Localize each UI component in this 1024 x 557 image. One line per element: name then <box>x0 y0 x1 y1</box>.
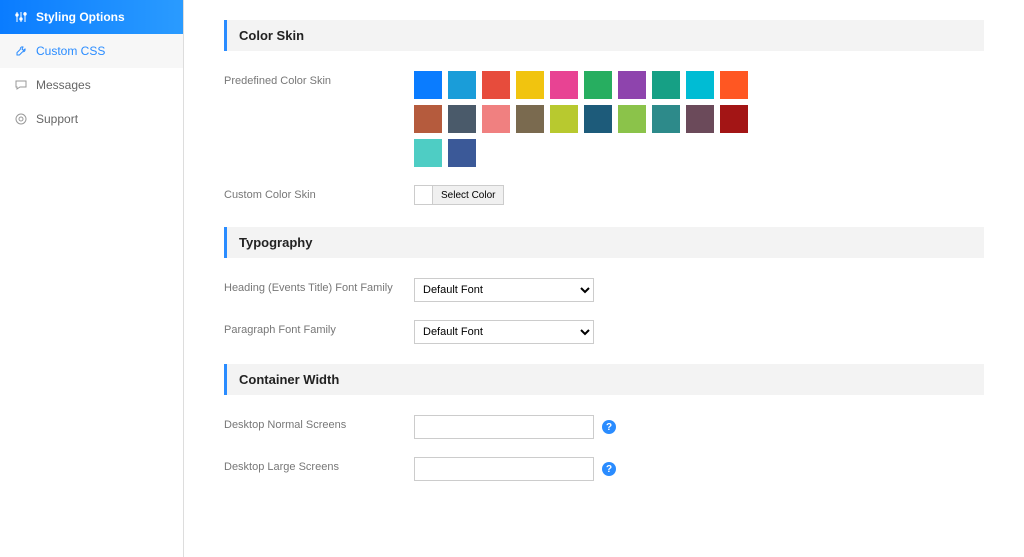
wrench-icon <box>14 44 28 58</box>
main-content: Color Skin Predefined Color Skin Custom … <box>184 0 1024 557</box>
color-swatch[interactable] <box>414 105 442 133</box>
sidebar-item-custom-css[interactable]: Custom CSS <box>0 34 183 68</box>
field-label: Heading (Events Title) Font Family <box>224 278 414 294</box>
select-color-button[interactable]: Select Color <box>414 185 504 205</box>
field-label: Predefined Color Skin <box>224 71 414 87</box>
sidebar-item-label: Support <box>36 112 78 126</box>
sidebar-item-styling-options[interactable]: Styling Options <box>0 0 183 34</box>
life-ring-icon <box>14 112 28 126</box>
color-swatch[interactable] <box>448 139 476 167</box>
section-title-container-width: Container Width <box>224 364 984 395</box>
color-swatch[interactable] <box>686 105 714 133</box>
help-icon[interactable]: ? <box>602 462 616 476</box>
color-swatch[interactable] <box>414 71 442 99</box>
color-swatch[interactable] <box>448 71 476 99</box>
color-swatch[interactable] <box>482 105 510 133</box>
color-swatch[interactable] <box>516 105 544 133</box>
color-swatch[interactable] <box>652 71 680 99</box>
field-label: Desktop Large Screens <box>224 457 414 473</box>
help-icon[interactable]: ? <box>602 420 616 434</box>
section-title-color-skin: Color Skin <box>224 20 984 51</box>
color-swatches <box>414 71 774 167</box>
field-predefined-color-skin: Predefined Color Skin <box>224 71 984 167</box>
field-heading-font: Heading (Events Title) Font Family Defau… <box>224 278 984 302</box>
field-paragraph-font: Paragraph Font Family Default Font <box>224 320 984 344</box>
color-preview-swatch <box>415 186 433 204</box>
field-custom-color-skin: Custom Color Skin Select Color <box>224 185 984 207</box>
color-swatch[interactable] <box>686 71 714 99</box>
section-typography: Typography Heading (Events Title) Font F… <box>224 227 984 344</box>
sidebar-item-messages[interactable]: Messages <box>0 68 183 102</box>
field-label: Desktop Normal Screens <box>224 415 414 431</box>
color-swatch[interactable] <box>720 105 748 133</box>
color-swatch[interactable] <box>584 105 612 133</box>
sidebar-item-support[interactable]: Support <box>0 102 183 136</box>
button-label: Select Color <box>433 187 503 204</box>
section-title-typography: Typography <box>224 227 984 258</box>
sidebar-item-label: Styling Options <box>36 10 125 24</box>
field-label: Paragraph Font Family <box>224 320 414 336</box>
color-swatch[interactable] <box>720 71 748 99</box>
sliders-icon <box>14 10 28 24</box>
chat-icon <box>14 78 28 92</box>
desktop-large-input[interactable] <box>414 457 594 481</box>
color-swatch[interactable] <box>550 105 578 133</box>
sidebar: Styling Options Custom CSS Messages Supp… <box>0 0 184 557</box>
field-desktop-normal: Desktop Normal Screens ? <box>224 415 984 439</box>
field-desktop-large: Desktop Large Screens ? <box>224 457 984 481</box>
section-color-skin: Color Skin Predefined Color Skin Custom … <box>224 20 984 207</box>
color-swatch[interactable] <box>652 105 680 133</box>
color-swatch[interactable] <box>516 71 544 99</box>
sidebar-item-label: Messages <box>36 78 91 92</box>
sidebar-item-label: Custom CSS <box>36 44 105 58</box>
color-swatch[interactable] <box>584 71 612 99</box>
color-swatch[interactable] <box>618 105 646 133</box>
paragraph-font-select[interactable]: Default Font <box>414 320 594 344</box>
field-label: Custom Color Skin <box>224 185 414 201</box>
color-swatch[interactable] <box>550 71 578 99</box>
heading-font-select[interactable]: Default Font <box>414 278 594 302</box>
color-swatch[interactable] <box>448 105 476 133</box>
color-swatch[interactable] <box>618 71 646 99</box>
desktop-normal-input[interactable] <box>414 415 594 439</box>
color-swatch[interactable] <box>414 139 442 167</box>
section-container-width: Container Width Desktop Normal Screens ?… <box>224 364 984 481</box>
color-swatch[interactable] <box>482 71 510 99</box>
